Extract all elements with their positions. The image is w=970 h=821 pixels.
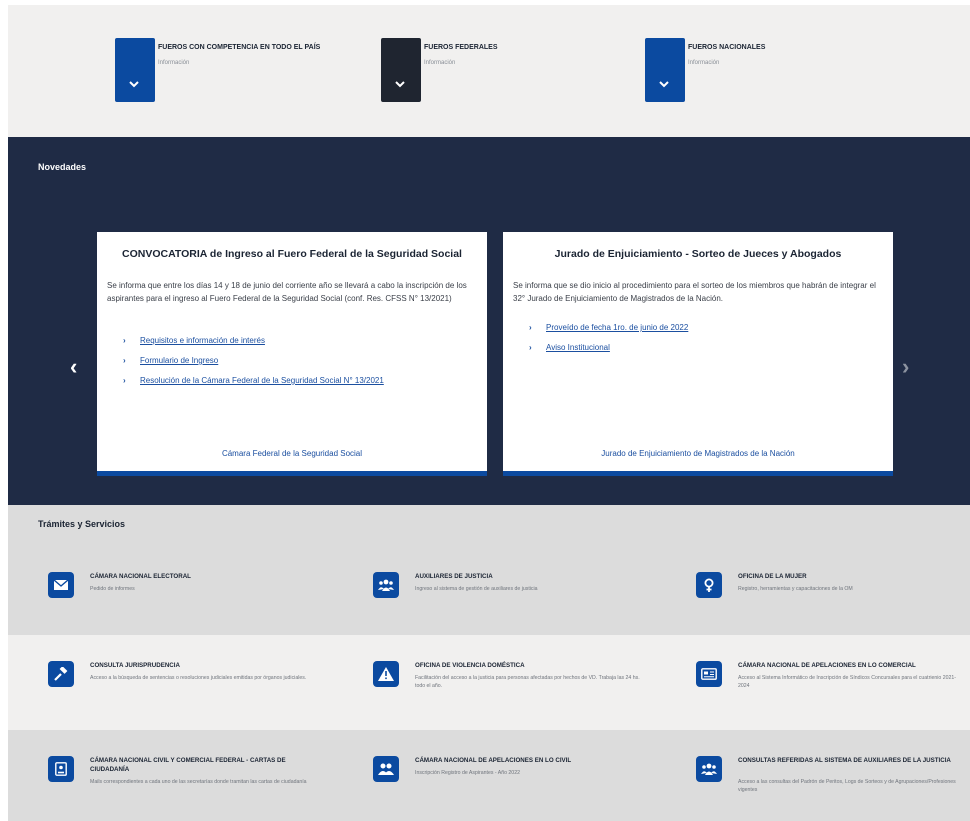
news-card-link[interactable]: › Proveído de fecha 1ro. de junio de 2022 [529, 323, 688, 343]
tramites-section: Trámites y Servicios CÁMARA NACIONAL ELE… [8, 505, 970, 821]
fuero-subtitle[interactable]: Información [424, 60, 455, 66]
service-desc: Mails correspondientes a cada uno de las… [90, 779, 307, 785]
service-title: AUXILIARES DE JUSTICIA [415, 573, 493, 580]
warning-icon [373, 661, 399, 687]
service-title: OFICINA DE VIOLENCIA DOMÉSTICA [415, 662, 525, 669]
news-card-title: CONVOCATORIA de Ingreso al Fuero Federal… [122, 248, 462, 260]
tramites-row: CÁMARA NACIONAL CIVIL Y COMERCIAL FEDERA… [8, 730, 970, 821]
fuero-subtitle[interactable]: Información [158, 60, 189, 66]
users-icon [373, 572, 399, 598]
news-card-link[interactable]: › Requisitos e información de interés [123, 336, 384, 356]
service-desc: Ingreso al sistema de gestión de auxilia… [415, 586, 538, 592]
service-desc: Acceso a la búsqueda de sentencias o res… [90, 675, 307, 681]
fuero-toggle-button[interactable] [115, 38, 155, 102]
news-card-footer[interactable]: Jurado de Enjuiciamiento de Magistrados … [503, 449, 893, 458]
service-title: CÁMARA NACIONAL DE APELACIONES EN LO CIV… [415, 757, 572, 764]
users-icon [696, 756, 722, 782]
service-desc: Acceso al Sistema Informático de Inscrip… [738, 675, 956, 689]
news-card-text: Se informa que entre los días 14 y 18 de… [107, 281, 467, 303]
service-desc: Facilitación del acceso a la justicia pa… [415, 675, 640, 689]
news-card-text: Se informa que se dio inicio al procedim… [513, 281, 876, 303]
user-group-icon [373, 756, 399, 782]
chevron-right-icon: › [123, 336, 126, 345]
chevron-down-icon [659, 81, 669, 88]
service-title: CÁMARA NACIONAL DE APELACIONES EN LO COM… [738, 662, 916, 669]
tramites-row: Trámites y Servicios CÁMARA NACIONAL ELE… [8, 505, 970, 635]
tramites-row: CONSULTA JURISPRUDENCIA Acceso a la búsq… [8, 635, 970, 730]
fueros-section: FUEROS CON COMPETENCIA EN TODO EL PAÍS I… [8, 5, 970, 137]
news-card-link[interactable]: › Resolución de la Cámara Federal de la S… [123, 376, 384, 396]
news-card: Jurado de Enjuiciamiento - Sorteo de Jue… [503, 232, 893, 476]
news-card-link[interactable]: › Aviso Institucional [529, 343, 688, 363]
chevron-right-icon: › [529, 323, 532, 332]
chevron-right-icon: › [123, 356, 126, 365]
envelope-icon [48, 572, 74, 598]
news-card-links: › Requisitos e información de interés › Fo… [123, 336, 384, 396]
chevron-down-icon [129, 81, 139, 88]
service-title: CONSULTAS REFERIDAS AL SISTEMA DE AUXILI… [738, 757, 951, 764]
section-title: Trámites y Servicios [38, 519, 126, 529]
service-desc: Pedido de informes [90, 586, 135, 592]
news-card-footer[interactable]: Cámara Federal de la Seguridad Social [97, 449, 487, 458]
fuero-title: FUEROS FEDERALES [424, 44, 498, 51]
section-title: Novedades [38, 162, 87, 172]
service-desc: Registro, herramientas y capacitaciones … [738, 586, 853, 592]
id-card-icon [696, 661, 722, 687]
carousel-next-arrow-icon[interactable]: › [902, 354, 909, 380]
fuero-title: FUEROS CON COMPETENCIA EN TODO EL PAÍS [158, 44, 321, 51]
news-card-link[interactable]: › Formulario de Ingreso [123, 356, 384, 376]
gavel-icon [48, 661, 74, 687]
news-card-links: › Proveído de fecha 1ro. de junio de 2022… [529, 323, 688, 363]
service-desc: Acceso a las consultas del Padrón de Per… [738, 779, 956, 793]
service-desc: Inscripción Registro de Aspirantes - Año… [415, 770, 520, 776]
service-title: OFICINA DE LA MUJER [738, 573, 807, 580]
chevron-right-icon: › [123, 376, 126, 385]
chevron-right-icon: › [529, 343, 532, 352]
service-title: CÁMARA NACIONAL ELECTORAL [90, 573, 191, 580]
fuero-toggle-button[interactable] [645, 38, 685, 102]
service-title: CONSULTA JURISPRUDENCIA [90, 662, 180, 669]
female-icon [696, 572, 722, 598]
fuero-title: FUEROS NACIONALES [688, 44, 766, 51]
fuero-toggle-button[interactable] [381, 38, 421, 102]
novedades-section: Novedades ‹ CONVOCATORIA de Ingreso al F… [8, 137, 970, 505]
news-card: CONVOCATORIA de Ingreso al Fuero Federal… [97, 232, 487, 476]
fuero-subtitle[interactable]: Información [688, 60, 719, 66]
chevron-down-icon [395, 81, 405, 88]
service-title: CÁMARA NACIONAL CIVIL Y COMERCIAL FEDERA… [90, 757, 286, 773]
carousel-prev-arrow-icon[interactable]: ‹ [70, 354, 77, 380]
news-card-title: Jurado de Enjuiciamiento - Sorteo de Jue… [554, 248, 842, 260]
id-badge-icon [48, 756, 74, 782]
